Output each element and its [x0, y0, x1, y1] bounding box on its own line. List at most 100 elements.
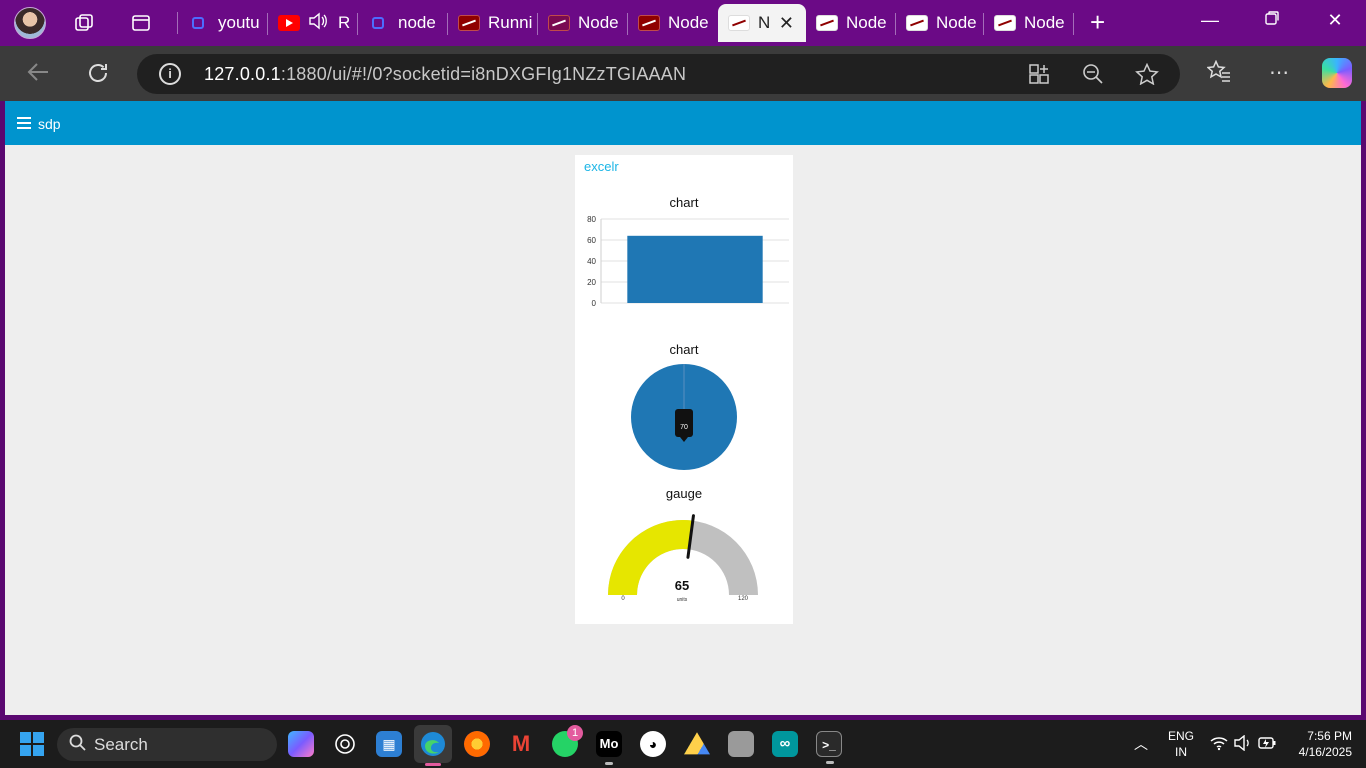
close-window-button[interactable]: ✕ [1320, 10, 1350, 31]
menu-icon[interactable] [17, 117, 31, 129]
bar-y-tick-label: 80 [587, 215, 596, 224]
battery-icon[interactable] [1258, 736, 1276, 755]
app-icon[interactable] [728, 731, 754, 757]
tab-active-node-red-ui[interactable]: N ✕ [718, 4, 806, 42]
arduino-app-icon[interactable]: ∞ [772, 731, 798, 757]
workspaces-icon[interactable] [71, 10, 97, 36]
speaker-icon [308, 12, 328, 35]
node-red-icon [728, 15, 750, 31]
tab-label: Runni [488, 13, 533, 32]
favorites-icon[interactable] [1206, 59, 1232, 88]
language-label: ENG [1167, 729, 1194, 743]
chatgpt-app-icon[interactable] [332, 731, 358, 757]
url-text[interactable]: 127.0.0.1:1880/ui/#!/0?socketid=i8nDXGFI… [204, 64, 686, 85]
system-clock[interactable]: 7:56 PM 4/16/2025 [1288, 728, 1352, 760]
bar-y-tick-label: 60 [587, 236, 596, 245]
tab-label: R [338, 13, 351, 32]
tab-node-1[interactable]: Node [538, 4, 628, 42]
taskbar-search[interactable]: Search [57, 728, 277, 761]
windows-taskbar: Search ▦ M 1 Mo ◕ ∞ >_ ︿ ENG IN 7:56 PM 4/… [0, 720, 1366, 768]
search-icon [69, 734, 87, 757]
dashboard-header: sdp [5, 101, 1361, 145]
tab-label: Node [668, 13, 709, 32]
tab-youtube-search[interactable]: youtu [178, 4, 268, 42]
pie-tooltip-box [675, 409, 693, 437]
dashboard-page: sdp excelr chart 0 20 40 60 80 chart 70 gaug… [5, 101, 1361, 715]
tab-running[interactable]: Runni [448, 4, 538, 42]
site-info-icon[interactable]: i [159, 63, 181, 85]
gmail-app-icon[interactable]: M [508, 731, 534, 757]
gauge-max-label: 120 [738, 596, 749, 602]
zoom-out-icon[interactable] [1081, 63, 1105, 91]
node-red-icon [458, 15, 480, 31]
tab-actions-icon[interactable] [128, 10, 154, 36]
bar-chart-title: chart [669, 195, 699, 210]
bar-chart: 0 20 40 60 80 [587, 215, 789, 308]
close-tab-icon[interactable]: ✕ [779, 13, 794, 34]
terminal-app-icon[interactable]: >_ [816, 731, 842, 764]
tab-node-2[interactable]: Node [628, 4, 718, 42]
tab-node-5[interactable]: Node [984, 4, 1074, 42]
node-red-icon [994, 15, 1016, 31]
tab-label: Node [846, 13, 887, 32]
start-button[interactable] [20, 732, 44, 756]
pie-chart-title: chart [669, 342, 699, 357]
google-drive-app-icon[interactable] [684, 732, 710, 755]
medium-app-icon[interactable]: Mo [596, 731, 622, 765]
tab-strip: youtu R node Runni Node Node N ✕ Node No… [0, 0, 1366, 46]
group-title: excelr [584, 159, 619, 174]
minimize-button[interactable]: — [1195, 10, 1225, 31]
language-indicator[interactable]: ENG IN [1164, 728, 1198, 760]
notification-badge: 1 [567, 725, 583, 741]
wifi-icon[interactable] [1210, 735, 1228, 756]
edge-app-icon[interactable] [414, 725, 452, 766]
gauge-value: 65 [675, 578, 689, 593]
copilot-icon[interactable] [1322, 58, 1352, 88]
node-red-icon [638, 15, 660, 31]
tab-label: Node [1024, 13, 1065, 32]
gauge: 65 units 0 120 [608, 514, 758, 603]
pie-chart: 70 [631, 364, 737, 470]
back-icon[interactable] [25, 61, 51, 89]
gauge-title: gauge [665, 486, 703, 501]
bar-y-tick-label: 40 [587, 257, 596, 266]
bar-y-tick-label: 20 [587, 278, 596, 287]
tab-label: node [398, 13, 436, 32]
profile-avatar[interactable] [14, 7, 46, 39]
search-label: Search [94, 735, 148, 754]
widget-group: excelr chart 0 20 40 60 80 chart 70 gauge 65… [575, 155, 793, 624]
tab-node-4[interactable]: Node [896, 4, 984, 42]
gauge-min-label: 0 [621, 596, 625, 602]
clock-date: 4/16/2025 [1298, 745, 1352, 759]
firefox-app-icon[interactable] [464, 731, 490, 757]
app-available-icon[interactable] [1027, 63, 1051, 91]
browser-toolbar: i 127.0.0.1:1880/ui/#!/0?socketid=i8nDXG… [0, 46, 1366, 101]
new-tab-button[interactable]: + [1090, 9, 1105, 35]
dashboard-title: sdp [38, 116, 61, 132]
clock-time: 7:56 PM [1307, 729, 1352, 743]
store-app-icon[interactable]: ▦ [376, 731, 402, 757]
tab-node-search[interactable]: node [358, 4, 448, 42]
region-label: IN [1175, 745, 1187, 759]
whatsapp-app-icon[interactable]: 1 [552, 725, 583, 757]
youtube-icon [278, 15, 300, 31]
tab-label: Node [578, 13, 619, 32]
bar-y-tick-label: 0 [592, 299, 597, 308]
pie-data-label: 70 [680, 424, 688, 431]
tab-label: youtu [218, 13, 260, 32]
refresh-icon[interactable] [85, 61, 111, 91]
search-icon [192, 17, 204, 29]
volume-icon[interactable] [1234, 734, 1252, 756]
search-icon [372, 17, 384, 29]
favorite-star-icon[interactable] [1135, 62, 1159, 91]
restore-button[interactable] [1257, 10, 1287, 31]
chevron-up-icon[interactable]: ︿ [1134, 734, 1148, 754]
tab-node-3[interactable]: Node [806, 4, 896, 42]
node-red-icon [906, 15, 928, 31]
more-options-icon[interactable]: ⋯ [1266, 60, 1292, 85]
tab-youtube[interactable]: R [268, 4, 358, 42]
gauge-units: units [677, 597, 688, 603]
github-app-icon[interactable]: ◕ [640, 731, 666, 757]
address-bar[interactable]: i 127.0.0.1:1880/ui/#!/0?socketid=i8nDXG… [137, 54, 1180, 94]
copilot-app-icon[interactable] [288, 731, 314, 757]
